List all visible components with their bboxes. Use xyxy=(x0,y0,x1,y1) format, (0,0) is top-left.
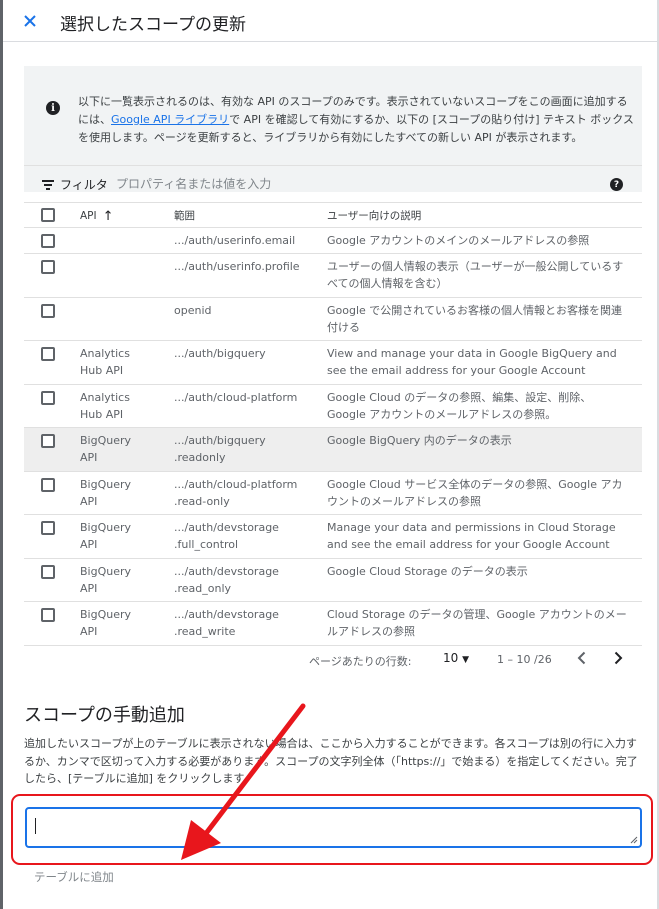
table-row[interactable]: BigQuery API .../auth/devstorage .full_c… xyxy=(24,515,642,559)
table-row[interactable]: BigQuery API .../auth/cloud-platform .re… xyxy=(24,472,642,515)
row-checkbox[interactable] xyxy=(41,478,55,492)
cell-api: BigQuery API xyxy=(80,565,132,595)
cell-scope: .../auth/userinfo.profile xyxy=(174,260,300,273)
rows-per-page-select[interactable]: 10 ▼ xyxy=(443,651,469,665)
panel-body: i 以下に一覧表示されるのは、有効な API のスコープのみです。表示されていな… xyxy=(3,43,657,909)
info-text: 以下に一覧表示されるのは、有効な API のスコープのみです。表示されていないス… xyxy=(78,93,634,147)
column-header-scope: 範囲 xyxy=(174,210,195,222)
dropdown-arrow-icon: ▼ xyxy=(462,655,470,665)
cell-scope: .../auth/devstorage .read_only xyxy=(174,565,279,595)
add-to-table-button[interactable]: テーブルに追加 xyxy=(34,869,114,885)
row-checkbox[interactable] xyxy=(41,565,55,579)
chevron-left-icon xyxy=(577,651,586,665)
row-checkbox[interactable] xyxy=(41,260,55,274)
cell-scope: .../auth/devstorage .read_write xyxy=(174,608,279,638)
row-checkbox[interactable] xyxy=(41,347,55,361)
cell-api: Analytics Hub API xyxy=(80,347,130,377)
table-row[interactable]: Analytics Hub API .../auth/bigquery View… xyxy=(24,341,642,385)
table-row[interactable]: openid Google で公開されているお客様の個人情報とお客様を関連付ける xyxy=(24,298,642,341)
cell-api: BigQuery API xyxy=(80,434,132,464)
cell-description: View and manage your data in Google BigQ… xyxy=(327,347,617,377)
filter-input[interactable] xyxy=(116,174,596,194)
cell-description: Google Cloud Storage のデータの表示 xyxy=(327,565,528,578)
table-pagination: ページあたりの行数: 10 ▼ 1 – 10 /26 xyxy=(24,640,642,680)
cell-api: BigQuery API xyxy=(80,521,132,551)
cell-description: ユーザーの個人情報の表示（ユーザーが一般公開しているすべての個人情報を含む） xyxy=(327,260,624,290)
column-header-api-label: API xyxy=(80,210,97,222)
scopes-table: API ↑ 範囲 ユーザー向けの説明 .../auth/userinfo.emai… xyxy=(24,202,642,646)
cell-scope: .../auth/bigquery xyxy=(174,347,266,360)
cell-scope: .../auth/devstorage .full_control xyxy=(174,521,279,551)
close-button[interactable] xyxy=(17,8,43,34)
panel-title: 選択したスコープの更新 xyxy=(60,15,246,35)
arrow-upward-icon: ↑ xyxy=(102,209,114,224)
panel-header: 選択したスコープの更新 xyxy=(3,0,657,42)
row-checkbox[interactable] xyxy=(41,304,55,318)
cell-description: Google BigQuery 内のデータの表示 xyxy=(327,434,512,447)
manual-add-title: スコープの手動追加 xyxy=(24,705,185,726)
row-checkbox[interactable] xyxy=(41,521,55,535)
manual-add-description: 追加したいスコープが上のテーブルに表示されない場合は、ここから入力することができ… xyxy=(24,737,638,785)
text-caret xyxy=(35,818,36,834)
resize-handle-icon[interactable] xyxy=(630,836,638,844)
manual-scope-textarea[interactable] xyxy=(25,807,642,848)
cell-scope: .../auth/cloud-platform xyxy=(174,391,298,404)
next-page-button[interactable] xyxy=(608,648,628,668)
column-header-description: ユーザー向けの説明 xyxy=(327,210,422,222)
table-row[interactable]: Analytics Hub API .../auth/cloud-platfor… xyxy=(24,385,642,428)
row-checkbox[interactable] xyxy=(41,391,55,405)
rows-per-page-value: 10 xyxy=(443,651,459,665)
cell-description: Google で公開されているお客様の個人情報とお客様を関連付ける xyxy=(327,304,622,334)
cell-api: BigQuery API xyxy=(80,608,132,638)
close-icon xyxy=(24,15,36,27)
cell-description: Google Cloud サービス全体のデータの参照、Google アカウントの… xyxy=(327,478,623,508)
table-row[interactable]: BigQuery API .../auth/devstorage .read_o… xyxy=(24,559,642,602)
chevron-right-icon xyxy=(614,651,623,665)
table-header-row: API ↑ 範囲 ユーザー向けの説明 xyxy=(24,202,642,228)
rows-per-page-label: ページあたりの行数: xyxy=(309,655,412,668)
cell-scope: .../auth/userinfo.email xyxy=(174,234,296,247)
api-library-link[interactable]: Google API ライブラリ xyxy=(111,113,229,126)
filter-label: フィルタ xyxy=(60,178,108,192)
cell-api: Analytics Hub API xyxy=(80,391,130,421)
cell-description: Google Cloud のデータの参照、編集、設定、削除、Google アカウ… xyxy=(327,391,592,421)
row-checkbox[interactable] xyxy=(41,234,55,248)
previous-page-button[interactable] xyxy=(572,648,592,668)
cell-api: BigQuery API xyxy=(80,478,132,508)
cell-description: Cloud Storage のデータの管理、Google アカウントのメールアド… xyxy=(327,608,627,638)
cell-scope: .../auth/bigquery .readonly xyxy=(174,434,266,464)
cell-scope: .../auth/cloud-platform .read-only xyxy=(174,478,298,508)
row-checkbox[interactable] xyxy=(41,608,55,622)
help-icon[interactable]: ? xyxy=(610,178,623,191)
filter-bar: フィルタ ? xyxy=(24,165,642,202)
table-row[interactable]: .../auth/userinfo.profile ユーザーの個人情報の表示（ユ… xyxy=(24,254,642,298)
select-all-checkbox[interactable] xyxy=(41,208,55,222)
cell-description: Manage your data and permissions in Clou… xyxy=(327,521,616,551)
cell-scope: openid xyxy=(174,304,212,317)
column-header-api[interactable]: API ↑ xyxy=(80,208,160,225)
cell-description: Google アカウントのメインのメールアドレスの参照 xyxy=(327,234,590,247)
row-checkbox[interactable] xyxy=(41,434,55,448)
info-icon: i xyxy=(46,101,60,115)
table-row[interactable]: BigQuery API .../auth/bigquery .readonly… xyxy=(24,428,642,472)
table-row[interactable]: .../auth/userinfo.email Google アカウントのメイン… xyxy=(24,228,642,254)
filter-icon[interactable] xyxy=(42,180,54,190)
page-range: 1 – 10 /26 xyxy=(497,653,552,666)
